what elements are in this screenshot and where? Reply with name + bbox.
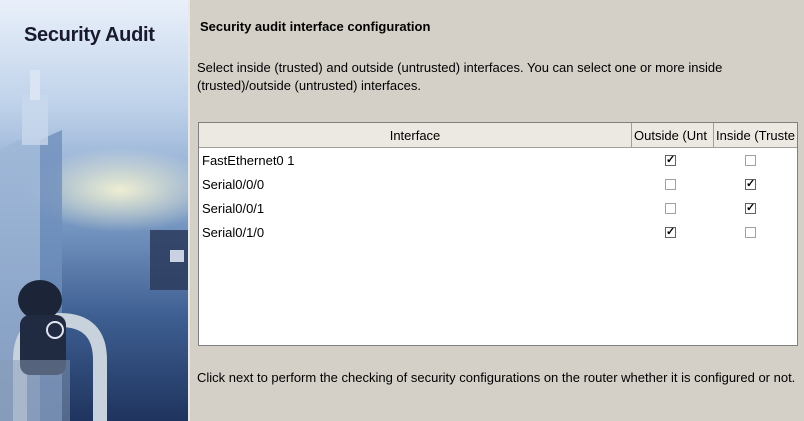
- table-row: Serial0/0/0 ✓: [199, 174, 797, 198]
- outside-checkbox[interactable]: ✓: [665, 155, 676, 166]
- footer-instructions: Click next to perform the checking of se…: [197, 370, 796, 385]
- side-banner: Security Audit: [0, 0, 190, 421]
- instructions-text: Select inside (trusted) and outside (unt…: [197, 60, 723, 93]
- inside-checkbox[interactable]: ✓: [745, 179, 756, 190]
- column-header-inside[interactable]: Inside (Truste: [714, 123, 797, 148]
- table-row: FastEthernet0 1 ✓: [199, 150, 797, 174]
- page-title: Security audit interface configuration: [200, 19, 431, 34]
- interface-table: Interface Outside (Unt Inside (Truste Fa…: [198, 122, 798, 346]
- outside-checkbox[interactable]: [665, 203, 676, 214]
- column-header-outside[interactable]: Outside (Unt: [632, 123, 714, 148]
- column-header-interface[interactable]: Interface: [199, 123, 632, 148]
- interface-name: FastEthernet0 1: [202, 153, 295, 168]
- sidebar-title: Security Audit: [24, 24, 155, 46]
- inside-checkbox[interactable]: [745, 227, 756, 238]
- table-row: Serial0/1/0 ✓: [199, 222, 797, 246]
- inside-checkbox[interactable]: [745, 155, 756, 166]
- interface-name: Serial0/0/0: [202, 177, 265, 192]
- interface-name: Serial0/0/1: [202, 201, 265, 216]
- inside-checkbox[interactable]: ✓: [745, 203, 756, 214]
- outside-checkbox[interactable]: [665, 179, 676, 190]
- table-header: Interface Outside (Unt Inside (Truste: [199, 123, 797, 149]
- security-illustration: [0, 70, 188, 421]
- table-row: Serial0/0/1 ✓: [199, 198, 797, 222]
- interface-name: Serial0/1/0: [202, 225, 265, 240]
- outside-checkbox[interactable]: ✓: [665, 227, 676, 238]
